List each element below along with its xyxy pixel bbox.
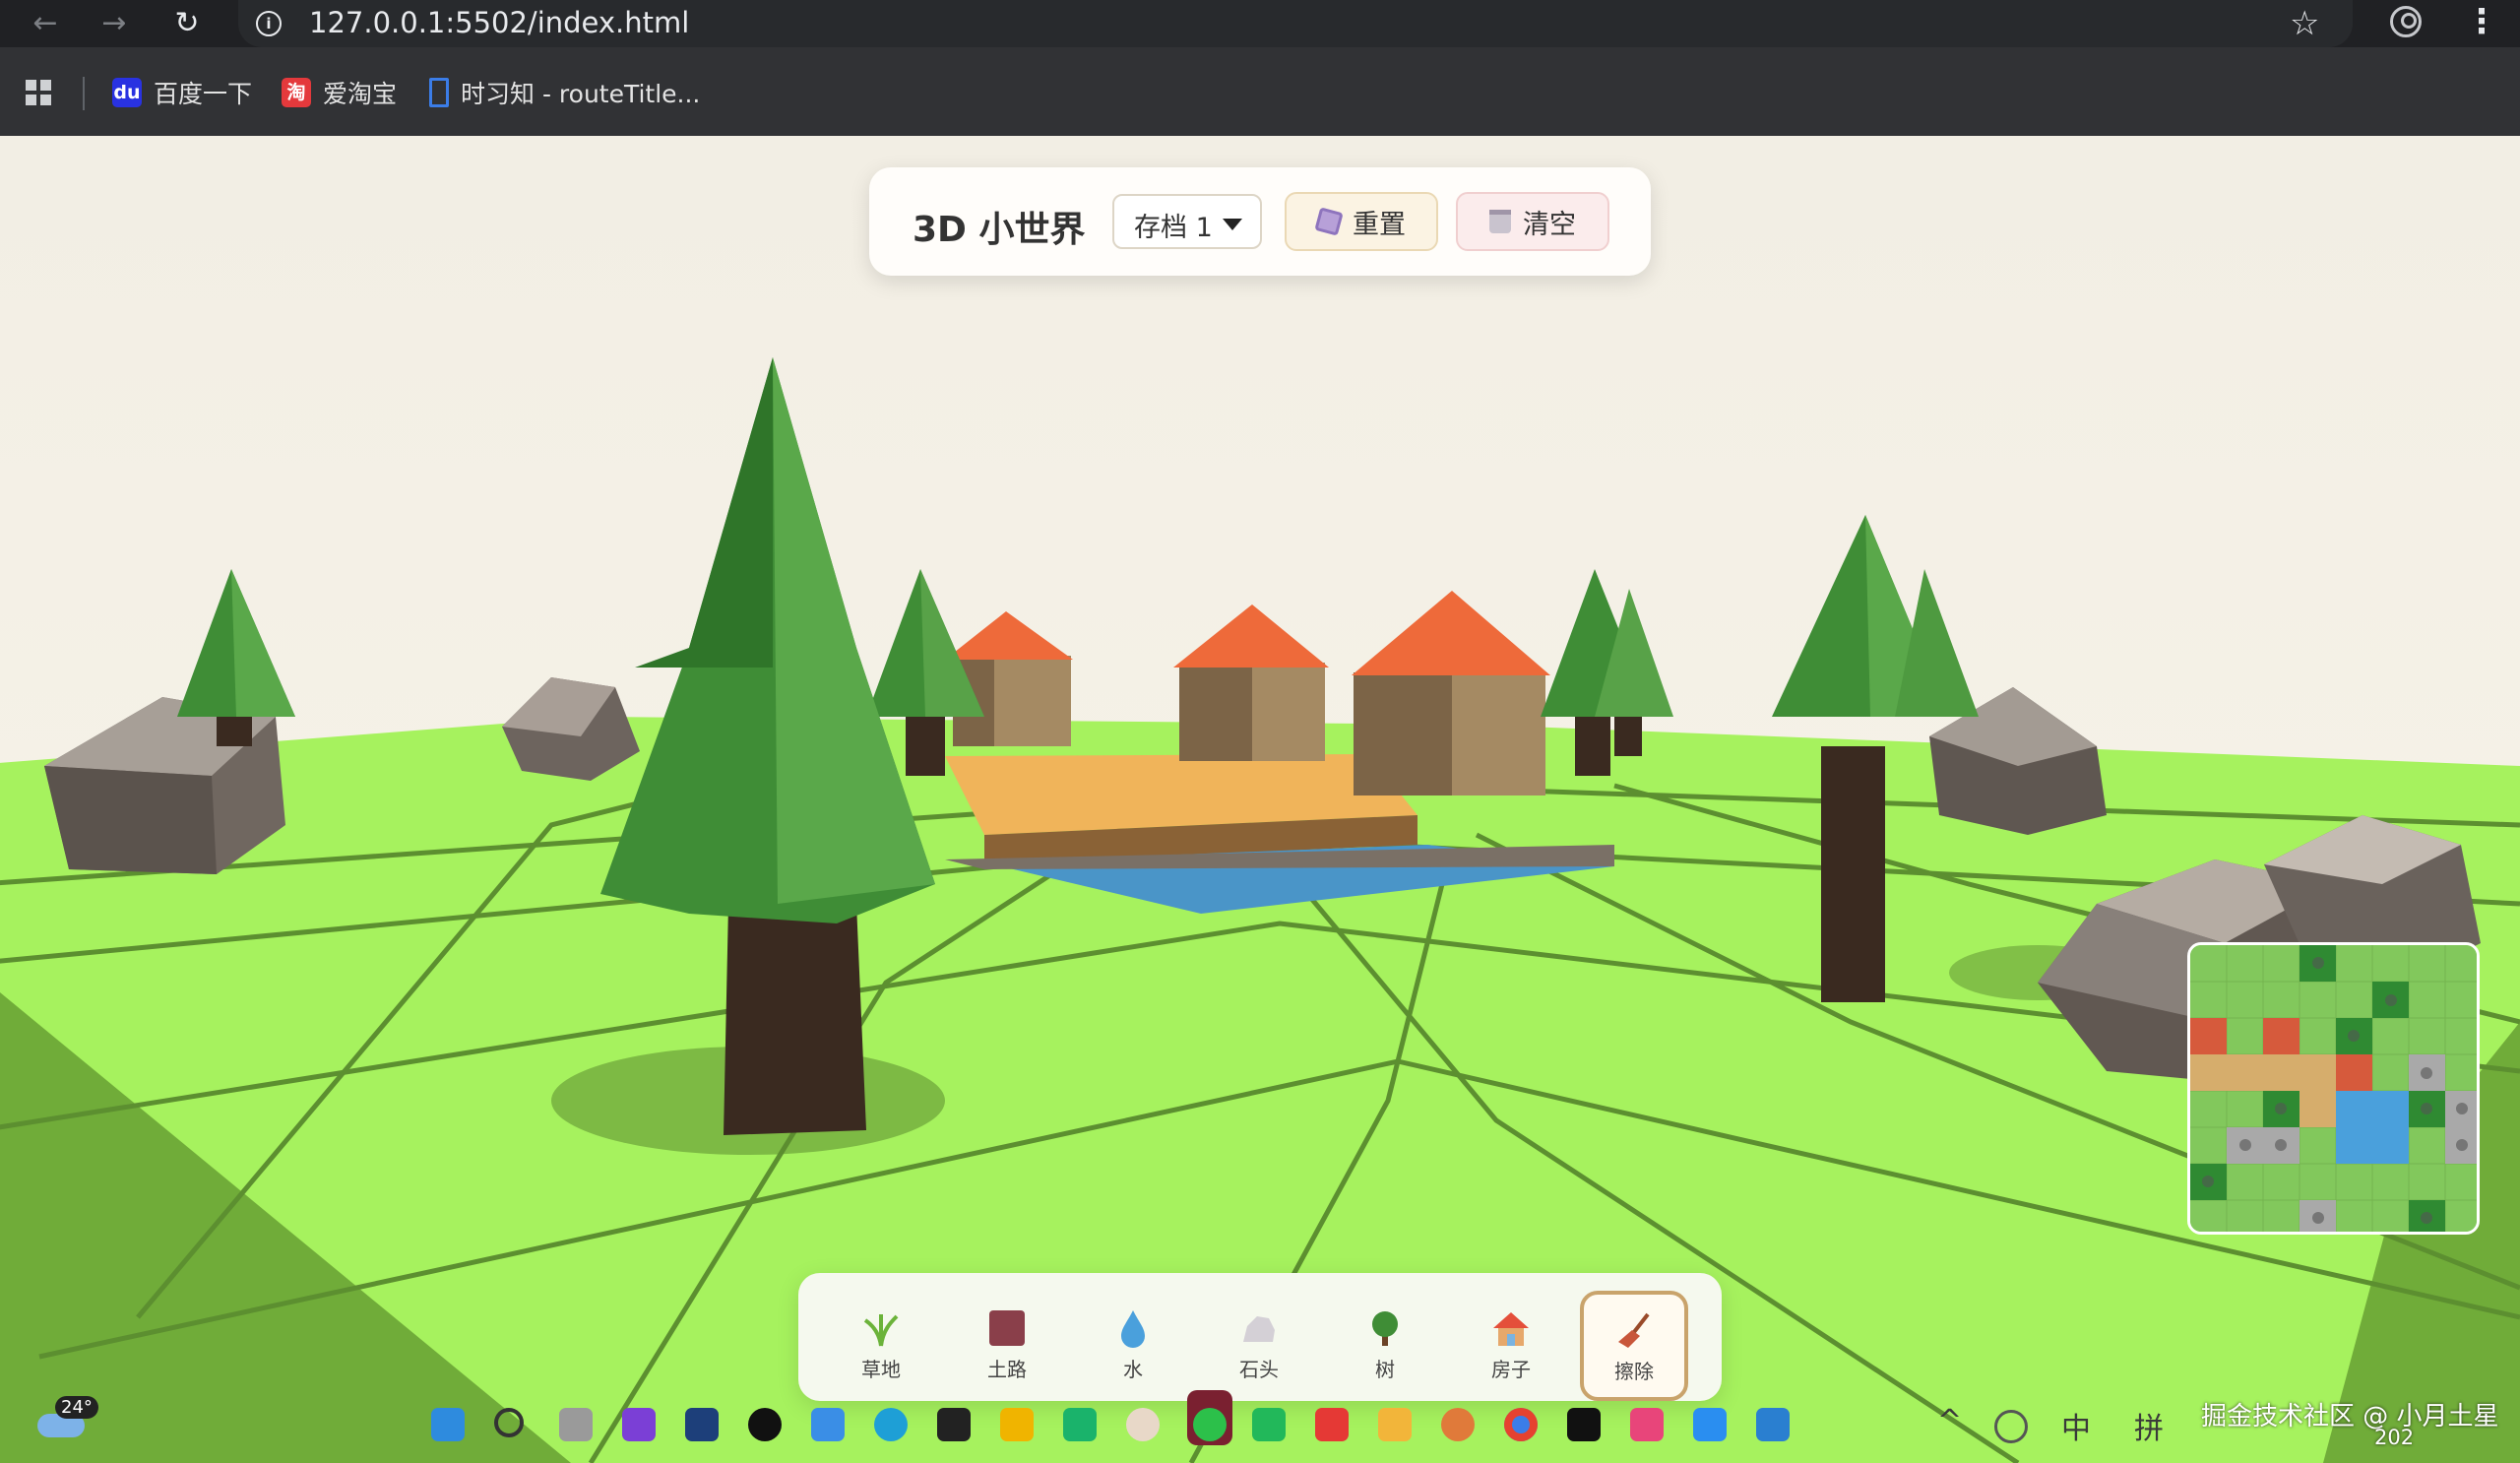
bookmarks-bar: du 百度一下 淘 爱淘宝 时习知 - routeTitle... — [0, 47, 2520, 136]
top-control-panel: 3D 小世界 存档 1 重置 清空 — [869, 167, 1651, 276]
bookmark-icon — [429, 78, 449, 107]
taobao-icon: 淘 — [282, 78, 311, 107]
bookmark-label: 时习知 - routeTitle... — [461, 80, 701, 108]
file-explorer-icon[interactable] — [1378, 1408, 1412, 1441]
tool-label: 水 — [1123, 1358, 1143, 1381]
minimap-canvas — [2190, 945, 2477, 1232]
save-slot-value: 存档 1 — [1134, 213, 1213, 243]
profile-icon[interactable] — [2390, 6, 2422, 37]
tool-label: 草地 — [861, 1358, 901, 1381]
tool-label: 土路 — [987, 1358, 1027, 1381]
vscode-icon[interactable] — [1756, 1408, 1790, 1441]
reset-button[interactable]: 重置 — [1285, 192, 1438, 251]
music-app-icon[interactable] — [1630, 1408, 1664, 1441]
browser-titlebar: ← → ↻ i 127.0.0.1:5502/index.html ☆ ⋮ — [0, 0, 2520, 47]
bookmark-baidu[interactable]: du 百度一下 — [112, 75, 252, 110]
avatar-app-icon[interactable] — [1126, 1408, 1160, 1441]
tool-water[interactable]: 水 — [1079, 1303, 1187, 1397]
tool-label: 擦除 — [1614, 1360, 1654, 1383]
save-slot-select[interactable]: 存档 1 — [1112, 194, 1262, 249]
tool-tree[interactable]: 树 — [1331, 1303, 1439, 1397]
house-icon — [1493, 1312, 1529, 1346]
clear-button[interactable]: 清空 — [1456, 192, 1609, 251]
mail-app-icon[interactable] — [1063, 1408, 1097, 1441]
github-icon[interactable] — [748, 1408, 782, 1441]
wps-office-icon[interactable] — [1315, 1408, 1349, 1441]
minimap[interactable] — [2187, 942, 2480, 1235]
tool-palette: 草地 土路 水 石头 树 房子 擦除 — [798, 1273, 1722, 1401]
tree-icon — [1372, 1311, 1398, 1346]
rock-icon — [1243, 1316, 1275, 1342]
tool-label: 房子 — [1491, 1358, 1531, 1381]
devecostudio-icon[interactable] — [685, 1408, 719, 1441]
minimap-water — [2336, 1091, 2409, 1164]
ime-language[interactable]: 中 — [2061, 1404, 2091, 1447]
address-bar[interactable]: i 127.0.0.1:5502/index.html — [238, 0, 2353, 47]
world-viewport[interactable] — [0, 136, 2520, 1463]
network-globe-icon[interactable] — [1994, 1410, 2028, 1443]
charts-app-icon[interactable] — [1000, 1408, 1034, 1441]
url-text: 127.0.0.1:5502/index.html — [309, 6, 690, 39]
tool-dirt[interactable]: 土路 — [953, 1303, 1061, 1397]
forward-arrow-icon[interactable]: → — [96, 6, 132, 41]
bookmarks-divider — [83, 77, 85, 110]
bookmark-label: 百度一下 — [154, 80, 253, 108]
bookmark-shixizhi[interactable]: 时习知 - routeTitle... — [429, 75, 700, 110]
water-drop-icon — [1121, 1310, 1145, 1348]
dirt-icon — [989, 1310, 1025, 1346]
bookmark-label: 爱淘宝 — [323, 80, 398, 108]
reset-label: 重置 — [1353, 209, 1406, 240]
app-title: 3D 小世界 — [913, 210, 1086, 250]
reload-icon[interactable]: ↻ — [169, 6, 205, 41]
tool-house[interactable]: 房子 — [1457, 1303, 1565, 1397]
chat-app-icon[interactable] — [1252, 1408, 1286, 1441]
grass-icon — [863, 1314, 899, 1347]
bookmark-taobao[interactable]: 淘 爱淘宝 — [282, 75, 397, 110]
watermark-text: 掘金技术社区 @ 小月土星 — [2201, 1402, 2499, 1431]
bookmark-star-icon[interactable]: ☆ — [2290, 4, 2319, 43]
task-view-icon[interactable] — [559, 1408, 593, 1441]
minimap-house — [2190, 1018, 2227, 1054]
scene-canvas[interactable] — [0, 136, 2520, 1463]
tool-grass[interactable]: 草地 — [827, 1303, 935, 1397]
back-arrow-icon[interactable]: ← — [28, 6, 63, 41]
tool-rock[interactable]: 石头 — [1205, 1303, 1313, 1397]
ime-mode[interactable]: 拼 — [2134, 1404, 2164, 1447]
wechat-icon[interactable] — [1193, 1408, 1227, 1441]
visual-studio-icon[interactable] — [622, 1408, 656, 1441]
settings-gear-icon[interactable] — [811, 1408, 845, 1441]
search-icon[interactable] — [494, 1408, 524, 1437]
terminal-icon[interactable] — [1567, 1408, 1601, 1441]
site-info-icon[interactable]: i — [256, 11, 282, 36]
apps-grid-icon[interactable] — [26, 80, 51, 105]
weather-widget[interactable]: 24° — [33, 1396, 98, 1439]
tool-label: 树 — [1375, 1358, 1395, 1381]
menu-dots-icon[interactable]: ⋮ — [2465, 2, 2498, 41]
cube-app-icon[interactable] — [937, 1408, 971, 1441]
baidu-icon: du — [112, 78, 142, 107]
chrome-icon[interactable] — [1504, 1408, 1538, 1441]
clear-label: 清空 — [1523, 209, 1576, 240]
broom-icon — [1618, 1312, 1650, 1348]
clock-year-partial: 202 — [2374, 1426, 2415, 1449]
dice-icon — [1314, 207, 1344, 236]
sun-app-icon[interactable] — [1441, 1408, 1475, 1441]
tool-label: 石头 — [1239, 1358, 1279, 1381]
tool-erase[interactable]: 擦除 — [1580, 1291, 1688, 1401]
chevron-down-icon — [1223, 219, 1242, 230]
minimap-dirt — [2190, 1054, 2308, 1091]
tray-chevron-up-icon[interactable]: ^ — [1937, 1404, 1962, 1438]
trash-icon — [1489, 210, 1511, 233]
weather-temp: 24° — [55, 1396, 98, 1419]
edge-browser-icon[interactable] — [874, 1408, 908, 1441]
windows-start-icon[interactable] — [431, 1408, 465, 1441]
feishu-icon[interactable] — [1693, 1408, 1727, 1441]
